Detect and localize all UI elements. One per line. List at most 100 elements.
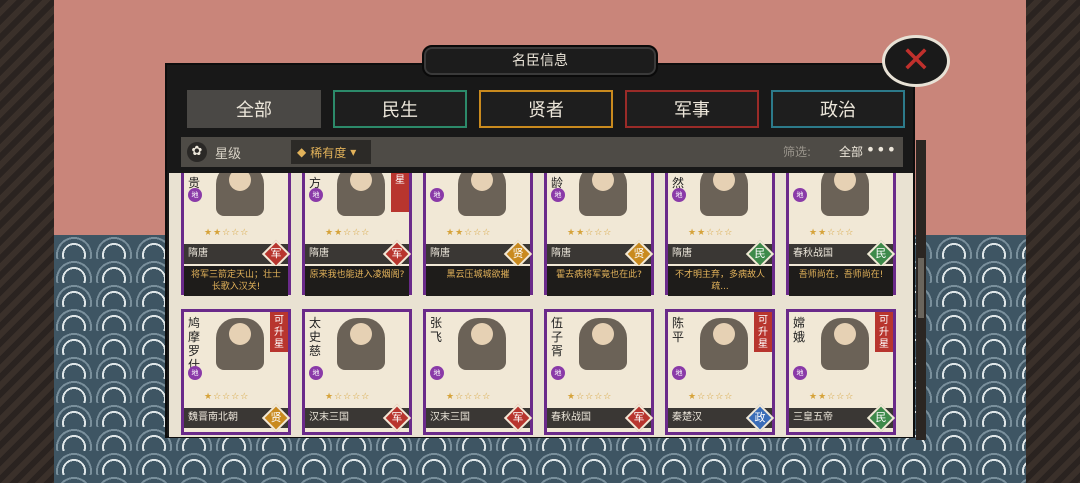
category-badge-text: 民 [875,247,887,260]
minister-portrait [700,173,748,216]
minister-portrait [458,318,506,370]
minister-card[interactable]: 伍子胥地 ★☆☆☆☆ 春秋战国军 [544,309,654,435]
minister-name: 伍子胥 [551,316,564,358]
minister-portrait [458,173,506,216]
tab-politics[interactable]: 政治 [771,90,905,128]
minister-portrait [216,318,264,370]
rank-seal-icon: 地 [309,188,323,202]
rank-seal-icon: 地 [672,188,686,202]
minister-card[interactable]: 地 ★★☆☆☆ 隋唐贤黑云压城城欲摧 [423,173,533,296]
category-badge-text: 民 [754,247,766,260]
sort-star-label: 星级 [215,146,242,162]
minister-quote: 黑云压城城欲摧 [426,266,530,296]
star-rating: ★★☆☆☆ [688,228,734,238]
rank-seal-icon: 地 [430,366,444,380]
sort-by-star-button[interactable]: ✿ 星级 [187,140,277,164]
tab-all[interactable]: 全部 [187,90,321,128]
category-badge-text: 军 [633,411,645,424]
rank-seal-icon: 地 [309,366,323,380]
star-rating: ★☆☆☆☆ [688,392,734,402]
close-button[interactable]: ✕ [885,38,947,84]
category-badge-text: 贤 [633,247,645,260]
left-border-pattern [0,0,54,483]
diamond-icon: ◆ [297,145,307,159]
star-rating: ★★☆☆☆ [325,228,371,238]
minister-name: 嫦娥 [793,316,806,344]
rank-seal-icon: 地 [672,366,686,380]
minister-name: 张飞 [430,316,443,344]
minister-card-grid[interactable]: 贵地 ★★☆☆☆ 隋唐军将军三箭定天山；壮士长歌入汉关! 方地 ★★☆☆☆ 隋唐军原来我也… [169,173,913,437]
minister-card[interactable]: 太史慈地 ★☆☆☆☆ 汉末三国军 [302,309,412,435]
minister-name: 鸠摩罗什 [188,316,201,372]
minister-portrait [700,318,748,370]
rank-seal-icon: 地 [551,366,565,380]
rank-seal-icon: 地 [793,366,807,380]
star-rating: ★★☆☆☆ [204,228,250,238]
close-x-icon: ✕ [900,40,932,81]
minister-portrait [579,318,627,370]
more-options-button[interactable]: ••• [866,140,897,159]
minister-card[interactable]: 地 ★★☆☆☆ 春秋战国民吾师尚在，吾师尚在! [786,173,896,296]
scrollbar[interactable] [916,140,926,440]
minister-card[interactable]: 龄地 ★★☆☆☆ 隋唐贤霍去病将军竟也在此? [544,173,654,296]
tab-sage[interactable]: 贤者 [479,90,613,128]
upgrade-star-badge: 可升星 [754,312,772,352]
filter-label: 筛选: [782,145,811,159]
star-rating: ★☆☆☆☆ [325,392,371,402]
minister-card[interactable]: 鸠摩罗什地 ★☆☆☆☆ 魏晋南北朝贤可升星 [181,309,291,435]
minister-quote: 原来我也能进入凌烟阁? [305,266,409,296]
star-rating: ★☆☆☆☆ [204,392,250,402]
star-rating: ★★☆☆☆ [809,228,855,238]
filter-bar: ✿ 星级 ◆ 稀有度 ▾ 筛选: 全部 ••• [181,137,903,167]
rank-seal-icon: 地 [188,188,202,202]
minister-quote: 不才明主弃，多病故人疏... [668,266,772,296]
sort-rarity-label: 稀有度 [310,145,347,160]
filter-value: 全部 [838,145,863,159]
upgrade-star-badge: 可升星 [270,312,288,352]
minister-card[interactable]: 陈平地 ★☆☆☆☆ 秦楚汉政可升星 [665,309,775,435]
star-rating: ★★☆☆☆ [446,228,492,238]
star-rating: ★☆☆☆☆ [567,392,613,402]
chevron-down-icon: ▾ [350,145,357,159]
minister-portrait [821,173,869,216]
category-badge-text: 军 [391,411,403,424]
minister-quote: 吾师尚在，吾师尚在! [789,266,893,296]
minister-quote: 将军三箭定天山；壮士长歌入汉关! [184,266,288,296]
right-border-pattern [1026,0,1080,483]
flower-icon: ✿ [187,142,207,162]
minister-card[interactable]: 贵地 ★★☆☆☆ 隋唐军将军三箭定天山；壮士长歌入汉关! [181,173,291,296]
minister-card[interactable]: 然地 ★★☆☆☆ 隋唐民不才明主弃，多病故人疏... [665,173,775,296]
page-title: 名臣信息 [422,45,658,77]
tab-military[interactable]: 军事 [625,90,759,128]
minister-portrait [337,173,385,216]
minister-portrait [337,318,385,370]
minister-card[interactable]: 嫦娥地 ★★☆☆☆ 三皇五帝民可升星 [786,309,896,435]
minister-portrait [579,173,627,216]
filter-control[interactable]: 筛选: 全部 [783,143,863,160]
category-tabs: 全部 民生 贤者 军事 政治 [187,90,905,128]
minister-card[interactable]: 方地 ★★☆☆☆ 隋唐军原来我也能进入凌烟阁? 星 [302,173,412,296]
category-badge-text: 军 [512,411,524,424]
category-badge-text: 军 [391,247,403,260]
star-rating: ★☆☆☆☆ [446,392,492,402]
minister-panel: 全部 民生 贤者 军事 政治 ✿ 星级 ◆ 稀有度 ▾ 筛选: 全部 ••• 贵地… [165,63,915,438]
minister-name: 陈平 [672,316,685,344]
star-rating: ★★☆☆☆ [567,228,613,238]
minister-portrait [821,318,869,370]
upgrade-star-badge: 星 [391,173,409,212]
sort-by-rarity-dropdown[interactable]: ◆ 稀有度 ▾ [291,140,371,164]
minister-card[interactable]: 张飞地 ★☆☆☆☆ 汉末三国军 [423,309,533,435]
category-badge-text: 政 [754,411,766,424]
rank-seal-icon: 地 [430,188,444,202]
rank-seal-icon: 地 [188,366,202,380]
star-rating: ★★☆☆☆ [809,392,855,402]
category-badge-text: 民 [875,411,887,424]
rank-seal-icon: 地 [793,188,807,202]
minister-quote: 霍去病将军竟也在此? [547,266,651,296]
tab-people[interactable]: 民生 [333,90,467,128]
upgrade-star-badge: 可升星 [875,312,893,352]
category-badge-text: 贤 [270,411,282,424]
rank-seal-icon: 地 [551,188,565,202]
minister-name: 太史慈 [309,316,322,358]
scrollbar-thumb[interactable] [918,258,924,318]
